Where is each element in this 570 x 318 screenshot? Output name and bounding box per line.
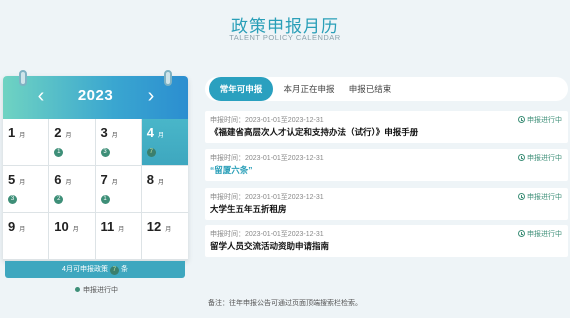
status-dot-icon <box>75 287 80 292</box>
policy-date-range: 申报时间：2023-01-01至2023-12-31 <box>210 155 324 162</box>
status-label: 申报进行中 <box>527 117 562 124</box>
binder-ring-icon <box>164 70 172 86</box>
policy-date-range: 申报时间：2023-01-01至2023-12-31 <box>210 194 324 201</box>
month-unit: 月 <box>72 227 79 233</box>
month-cell-6[interactable]: 6月 2 <box>49 166 96 213</box>
month-unit: 月 <box>19 180 26 186</box>
status-label: 申报进行中 <box>527 155 562 162</box>
policy-count-badge: 1 <box>100 195 110 204</box>
tab-year-round[interactable]: 常年可申报 <box>209 77 273 101</box>
month-number: 9 <box>8 219 16 234</box>
calendar: ‹ 2023 › 1月 2月 1 3月 3 4月 7 5月 3 6月 2 7月 <box>3 70 188 260</box>
month-number: 5 <box>8 172 16 187</box>
month-number: 11 <box>100 219 115 234</box>
month-cell-8[interactable]: 8月 <box>141 166 188 213</box>
status-badge: 申报进行中 <box>518 229 562 239</box>
policy-item[interactable]: 申报时间：2023-01-01至2023-12-31 申报进行中 《福建省高层次… <box>205 111 568 143</box>
month-unit: 月 <box>157 180 164 186</box>
binder-ring-icon <box>19 70 27 86</box>
policy-count-badge: 2 <box>54 195 64 204</box>
month-number: 4 <box>146 125 154 140</box>
month-cell-10[interactable]: 10 月 <box>49 213 96 260</box>
month-unit: 月 <box>111 133 118 139</box>
month-cell-3[interactable]: 3月 3 <box>95 119 142 166</box>
month-summary-prefix: 4月可申报政策 <box>62 266 108 273</box>
month-cell-2[interactable]: 2月 1 <box>49 119 96 166</box>
policy-count-badge: 1 <box>54 148 64 157</box>
policy-count-badge: 3 <box>8 195 17 204</box>
month-unit: 月 <box>111 180 118 186</box>
month-number: 2 <box>54 125 62 140</box>
status-badge: 申报进行中 <box>518 153 562 163</box>
legend: 申报进行中 <box>75 285 118 295</box>
policy-date-range: 申报时间：2023-01-01至2023-12-31 <box>210 231 324 238</box>
tab-bar: 常年可申报 本月正在申报 申报已结束 <box>205 77 568 101</box>
month-cell-4[interactable]: 4月 7 <box>141 119 188 166</box>
calendar-header: ‹ 2023 › <box>3 76 188 119</box>
month-number: 7 <box>100 172 108 187</box>
month-unit: 月 <box>65 180 72 186</box>
policy-item[interactable]: 申报时间：2023-01-01至2023-12-31 申报进行中 “留厦六条” <box>205 149 568 181</box>
policy-count-badge: 3 <box>100 148 110 157</box>
policy-title[interactable]: 《福建省高层次人才认定和支持办法（试行）》申报手册 <box>210 126 418 138</box>
policy-title[interactable]: “留厦六条” <box>210 164 253 176</box>
clock-icon <box>518 230 525 237</box>
month-cell-9[interactable]: 9月 <box>3 213 50 260</box>
tab-this-month[interactable]: 本月正在申报 <box>279 77 339 101</box>
month-number: 12 <box>146 219 162 234</box>
footer-note: 备注：往年申报公告可通过页面顶端搜索栏检索。 <box>208 300 362 307</box>
month-grid: 1月 2月 1 3月 3 4月 7 5月 3 6月 2 7月 1 8月 9 月 … <box>3 119 188 260</box>
month-unit: 月 <box>19 227 26 233</box>
policy-title[interactable]: 留学人员交流活动资助申请指南 <box>210 240 329 252</box>
policy-item[interactable]: 申报时间：2023-01-01至2023-12-31 申报进行中 大学生五年五折… <box>205 188 568 220</box>
clock-icon <box>518 154 525 161</box>
month-number: 3 <box>100 125 108 140</box>
month-summary-bar: 4月可申报政策 7 条 <box>5 261 185 278</box>
status-label: 申报进行中 <box>527 194 562 201</box>
policy-count-badge: 7 <box>146 148 156 157</box>
month-number: 8 <box>146 172 154 187</box>
month-unit: 月 <box>65 133 72 139</box>
legend-label: 申报进行中 <box>83 287 118 294</box>
clock-icon <box>518 193 525 200</box>
month-unit: 月 <box>165 227 172 233</box>
month-summary-suffix: 条 <box>120 266 128 273</box>
month-cell-7[interactable]: 7月 1 <box>95 166 142 213</box>
month-cell-1[interactable]: 1月 <box>3 119 50 166</box>
policy-item[interactable]: 申报时间：2023-01-01至2023-12-31 申报进行中 留学人员交流活… <box>205 225 568 257</box>
policy-date-range: 申报时间：2023-01-01至2023-12-31 <box>210 117 324 124</box>
month-cell-11[interactable]: 11 月 <box>95 213 142 260</box>
month-cell-12[interactable]: 12 月 <box>141 213 188 260</box>
page-subtitle: TALENT POLICY CALENDAR <box>229 33 341 42</box>
month-unit: 月 <box>118 227 125 233</box>
chevron-right-icon[interactable]: › <box>141 84 161 108</box>
month-unit: 月 <box>19 133 26 139</box>
status-badge: 申报进行中 <box>518 115 562 125</box>
clock-icon <box>518 116 525 123</box>
month-unit: 月 <box>157 133 164 139</box>
month-number: 10 <box>54 219 69 234</box>
status-label: 申报进行中 <box>527 231 562 238</box>
status-badge: 申报进行中 <box>518 192 562 202</box>
policy-title[interactable]: 大学生五年五折租房 <box>210 203 287 215</box>
month-number: 1 <box>8 125 16 140</box>
month-cell-5[interactable]: 5月 3 <box>3 166 50 213</box>
month-number: 6 <box>54 172 62 187</box>
tab-ended[interactable]: 申报已结束 <box>345 77 395 101</box>
month-summary-count: 7 <box>109 266 119 275</box>
